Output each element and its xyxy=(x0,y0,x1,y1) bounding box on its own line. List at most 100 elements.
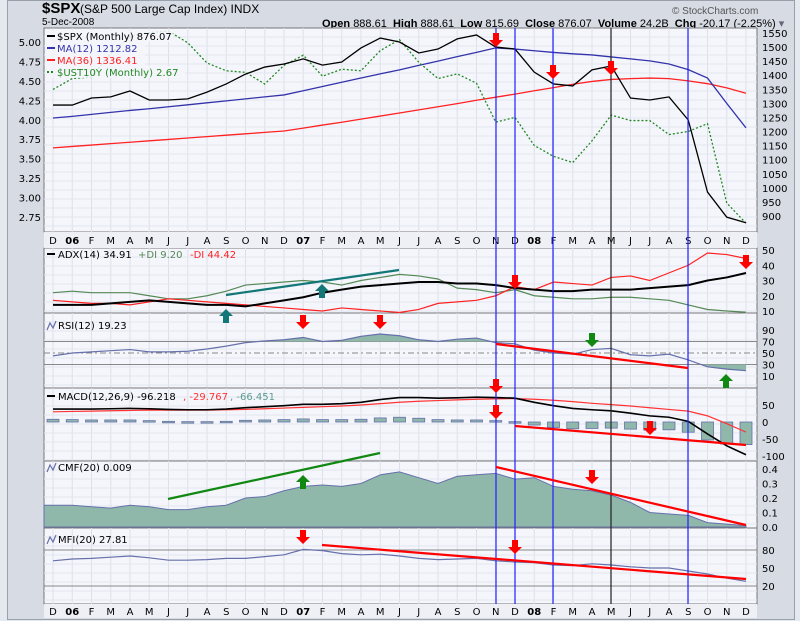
month-tick-label: D xyxy=(280,607,288,618)
legend-ma36: MA(36) 1336.41 xyxy=(57,56,138,67)
mfi-axis-label: 20 xyxy=(762,582,775,593)
legend-ma12: MA(12) 1212.82 xyxy=(57,44,138,55)
macd-histogram-bar xyxy=(393,416,406,423)
month-tick-label: A xyxy=(204,607,211,618)
month-tick-label: 08 xyxy=(527,236,541,247)
price-axis-label: 1250 xyxy=(762,113,787,124)
month-tick-label: M xyxy=(106,236,115,247)
mfi-axis-label: 80 xyxy=(762,546,775,557)
month-tick-label: N xyxy=(723,607,730,618)
month-tick-label: M xyxy=(376,236,385,247)
price-axis-label: 1450 xyxy=(762,57,787,68)
macd-histogram-bar xyxy=(239,419,252,423)
legend-spx: $SPX (Monthly) 876.07 xyxy=(57,32,172,43)
month-tick-label: A xyxy=(666,236,673,247)
month-tick-label: N xyxy=(723,236,730,247)
month-tick-label: J xyxy=(647,607,651,618)
price-axis-label: 1200 xyxy=(762,128,787,139)
legend-cmf: CMF(20) 0.009 xyxy=(58,463,132,474)
price-axis-label: 1300 xyxy=(762,99,787,110)
adx-axis-label: 10 xyxy=(762,307,775,318)
legend-minus-di: -DI 44.42 xyxy=(190,250,236,261)
rsi-axis-label: 30 xyxy=(762,361,775,372)
month-tick-label: M xyxy=(145,236,154,247)
month-tick-label: M xyxy=(607,607,616,618)
macd-histogram-bar xyxy=(624,421,637,430)
month-tick-label: S xyxy=(685,607,691,618)
legend-adx: ADX(14) 34.91 xyxy=(58,250,132,261)
month-tick-label: N xyxy=(261,607,268,618)
yield-axis-label: 3.00 xyxy=(19,194,41,205)
cmf-axis-label: 0.0 xyxy=(762,523,778,534)
macd-histogram-bar xyxy=(662,421,676,431)
month-tick-label: 06 xyxy=(65,236,79,247)
adx-axis-label: 50 xyxy=(762,246,775,257)
price-axis-label: 1550 xyxy=(762,29,787,40)
macd-histogram-bar xyxy=(450,419,464,423)
month-tick-label: J xyxy=(397,607,401,618)
legend-macd: MACD(12,26,9) -96.218 xyxy=(58,392,176,403)
month-tick-label: F xyxy=(551,236,557,247)
macd-histogram-bar xyxy=(46,418,60,423)
price-axis-label: 1350 xyxy=(762,85,787,96)
yield-axis-label: 3.50 xyxy=(19,155,41,166)
month-tick-label: F xyxy=(89,236,95,247)
month-tick-label: A xyxy=(666,607,673,618)
rsi-axis-label: 10 xyxy=(762,372,775,383)
macd-histogram-bar xyxy=(335,419,349,423)
yield-axis-label: 3.75 xyxy=(19,135,41,146)
adx-axis-label: 40 xyxy=(762,261,775,272)
yield-axis-label: 3.25 xyxy=(19,174,41,185)
yield-axis-label: 4.25 xyxy=(19,96,41,107)
month-tick-label: S xyxy=(223,607,229,618)
macd-histogram-bar xyxy=(316,419,329,423)
macd-histogram-bar xyxy=(412,417,426,423)
macd-histogram-bar xyxy=(104,419,118,423)
month-tick-label: A xyxy=(589,607,596,618)
month-tick-label: D xyxy=(280,236,288,247)
month-tick-label: 06 xyxy=(65,607,79,618)
legend-mfi: MFI(20) 27.81 xyxy=(58,535,128,546)
month-tick-label: J xyxy=(166,236,170,247)
macd-histogram-bar xyxy=(162,420,175,424)
mfi-axis-label: 50 xyxy=(762,564,775,575)
month-tick-label: J xyxy=(628,236,632,247)
macd-histogram-bar xyxy=(354,418,368,423)
macd-histogram-bar xyxy=(85,419,98,423)
month-tick-label: D xyxy=(742,236,750,247)
macd-histogram-bar xyxy=(258,419,272,423)
yield-axis-label: 4.75 xyxy=(19,57,41,68)
rsi-axis-label: 90 xyxy=(762,326,775,337)
cmf-axis-label: 0.4 xyxy=(762,465,778,476)
macd-histogram-bar xyxy=(219,420,233,424)
macd-histogram-bar xyxy=(585,421,599,429)
rsi-axis-label: 70 xyxy=(762,338,775,349)
price-axis-label: 1500 xyxy=(762,43,787,54)
legend-plus-di: +DI 9.20 xyxy=(138,250,182,261)
macd-histogram-bar xyxy=(527,421,541,426)
cmf-axis-label: 0.3 xyxy=(762,480,778,491)
price-axis-label: 1000 xyxy=(762,184,787,195)
adx-axis-label: 30 xyxy=(762,277,775,288)
month-tick-label: D xyxy=(742,607,750,618)
month-tick-label: M xyxy=(337,236,346,247)
chart-svg: DD0606FFMMAAMMJJJJAASSOONNDD0707FFMMAAMM… xyxy=(19,27,787,618)
month-tick-label: O xyxy=(242,236,250,247)
macd-histogram-bar xyxy=(739,421,753,445)
legend-rsi: RSI(12) 19.23 xyxy=(58,321,127,332)
rsi-axis-label: 50 xyxy=(762,349,775,360)
month-tick-label: J xyxy=(397,236,401,247)
month-tick-label: A xyxy=(358,236,365,247)
month-tick-label: N xyxy=(261,236,268,247)
month-tick-label: J xyxy=(185,607,189,618)
month-tick-label: M xyxy=(568,236,577,247)
price-axis-label: 1100 xyxy=(762,156,787,167)
month-tick-label: A xyxy=(127,236,134,247)
adx-axis-label: 20 xyxy=(762,292,775,303)
month-tick-label: M xyxy=(106,607,115,618)
price-axis-label: 950 xyxy=(762,198,781,209)
month-tick-label: M xyxy=(376,607,385,618)
price-axis-label: 1400 xyxy=(762,71,787,82)
month-tick-label: M xyxy=(337,607,346,618)
month-tick-label: A xyxy=(358,607,365,618)
